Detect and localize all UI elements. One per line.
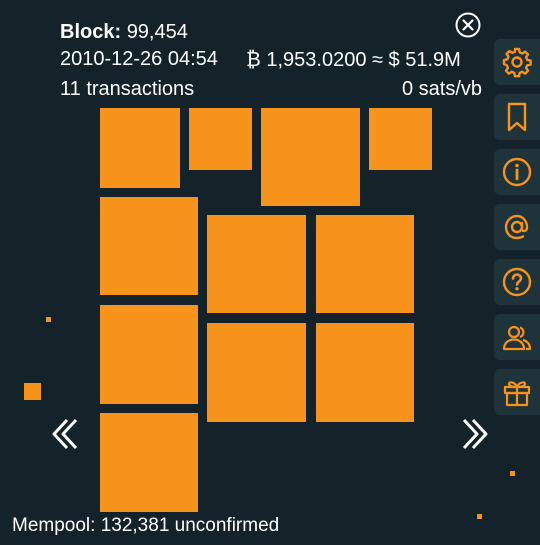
users-icon <box>502 325 532 351</box>
help-button[interactable] <box>494 259 540 305</box>
tx-square[interactable] <box>261 108 360 206</box>
tx-square[interactable] <box>316 215 414 313</box>
tx-square[interactable] <box>207 323 306 422</box>
info-icon <box>502 157 532 187</box>
tx-square[interactable] <box>207 215 306 313</box>
close-icon <box>455 12 481 38</box>
block-height: Block: 99,454 <box>60 20 188 44</box>
donate-button[interactable] <box>494 369 540 415</box>
tx-square[interactable] <box>100 305 198 404</box>
close-button[interactable] <box>455 12 481 38</box>
community-button[interactable] <box>494 314 540 360</box>
at-icon <box>504 214 529 240</box>
block-value: ₿ 1,953.0200 ≈ $ 51.9M <box>246 49 461 71</box>
chevron-left-icon <box>52 418 78 450</box>
prev-block-button[interactable] <box>50 417 80 456</box>
block-height-value: 99,454 <box>126 21 188 43</box>
tx-square[interactable] <box>189 108 252 170</box>
settings-button[interactable] <box>494 39 540 85</box>
particle <box>24 383 41 400</box>
chevron-right-icon <box>462 418 488 450</box>
help-icon <box>502 267 532 297</box>
tx-square[interactable] <box>100 108 180 188</box>
gear-icon <box>502 47 532 78</box>
tx-square[interactable] <box>369 108 432 170</box>
particle <box>510 471 515 476</box>
mempool-status: Mempool: 132,381 unconfirmed <box>12 515 280 536</box>
contact-button[interactable] <box>494 204 540 250</box>
particle <box>46 317 51 322</box>
bookmark-button[interactable] <box>494 94 540 140</box>
block-label: Block: <box>60 21 122 43</box>
transaction-count: 11 transactions <box>60 78 195 100</box>
next-block-button[interactable] <box>460 417 490 456</box>
tx-square[interactable] <box>100 197 198 295</box>
tx-square[interactable] <box>100 413 198 512</box>
particle <box>477 514 482 519</box>
tx-square[interactable] <box>316 323 414 422</box>
fee-rate: 0 sats/vb <box>401 78 482 100</box>
gift-icon <box>503 381 531 407</box>
info-button[interactable] <box>494 149 540 195</box>
bookmark-icon <box>507 102 527 132</box>
block-timestamp: 2010-12-26 04:54 <box>60 48 218 70</box>
